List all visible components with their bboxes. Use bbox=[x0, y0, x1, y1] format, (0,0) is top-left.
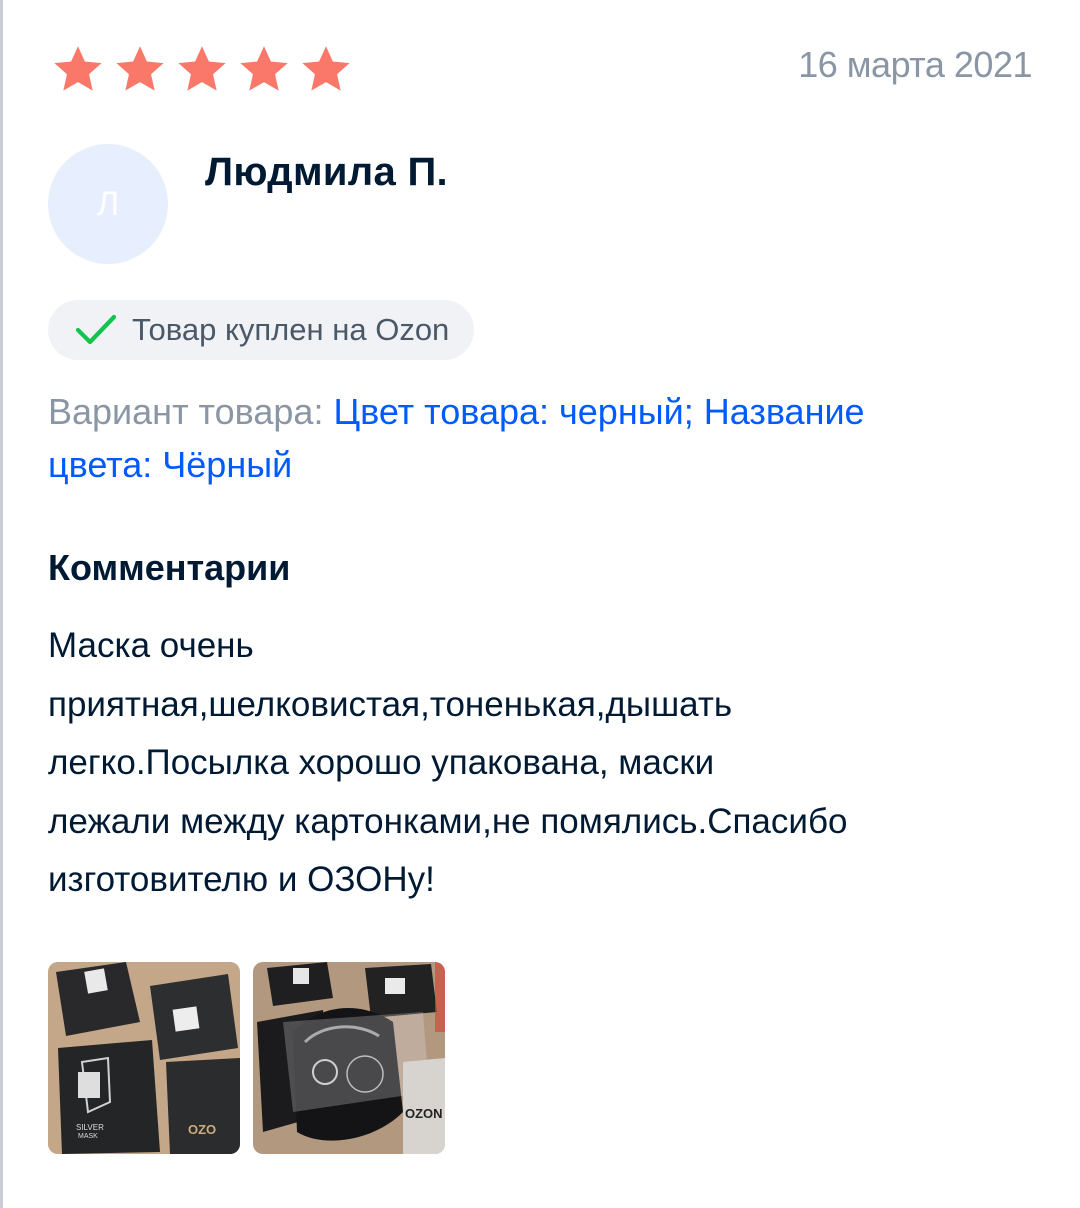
variant-value-line1[interactable]: Цвет товара: черный; Название bbox=[333, 391, 864, 432]
comment-line: Маска очень bbox=[48, 626, 254, 665]
photo-text: OZON bbox=[405, 1106, 443, 1121]
check-icon bbox=[75, 314, 117, 345]
comment-line: лежали между картонками,не помялись.Спас… bbox=[48, 801, 848, 841]
star-icon bbox=[302, 46, 350, 91]
star-icon bbox=[178, 46, 226, 91]
photo-mask-image: OZON bbox=[253, 962, 445, 1154]
review-date: 16 марта 2021 bbox=[798, 44, 1032, 85]
review-photo-2[interactable]: OZON bbox=[253, 962, 445, 1154]
author-name[interactable]: Людмила П. bbox=[205, 150, 448, 195]
variant-value-line2[interactable]: цвета: Чёрный bbox=[48, 444, 292, 485]
avatar[interactable]: Л bbox=[48, 144, 168, 264]
verified-purchase-label: Товар куплен на Ozon bbox=[132, 312, 450, 347]
comment-line: приятная,шелковистая,тоненькая,дышать bbox=[48, 684, 733, 724]
comment-line: изготовителю и ОЗОНу! bbox=[48, 860, 435, 899]
variant-label: Вариант товара: bbox=[48, 391, 324, 432]
verified-purchase-badge: Товар куплен на Ozon bbox=[48, 300, 475, 360]
review-photos: SILVER MASK OZO OZON bbox=[48, 962, 445, 1154]
photo-boxes-image: SILVER MASK OZO bbox=[48, 962, 240, 1154]
product-variant: Вариант товара: Цвет товара: черный; Наз… bbox=[48, 385, 1038, 491]
star-icon bbox=[54, 46, 102, 91]
rating-stars bbox=[50, 42, 354, 98]
comments-heading: Комментарии bbox=[48, 547, 291, 588]
review-photo-1[interactable]: SILVER MASK OZO bbox=[48, 962, 240, 1154]
comment-line: легко.Посылка хорошо упакована, маски bbox=[48, 743, 715, 782]
star-icon bbox=[116, 46, 164, 91]
avatar-initial: Л bbox=[96, 184, 120, 223]
star-icon bbox=[240, 46, 288, 91]
comment-text: Маска очень приятная,шелковистая,тоненьк… bbox=[48, 617, 1033, 910]
left-edge-divider bbox=[0, 0, 3, 1208]
